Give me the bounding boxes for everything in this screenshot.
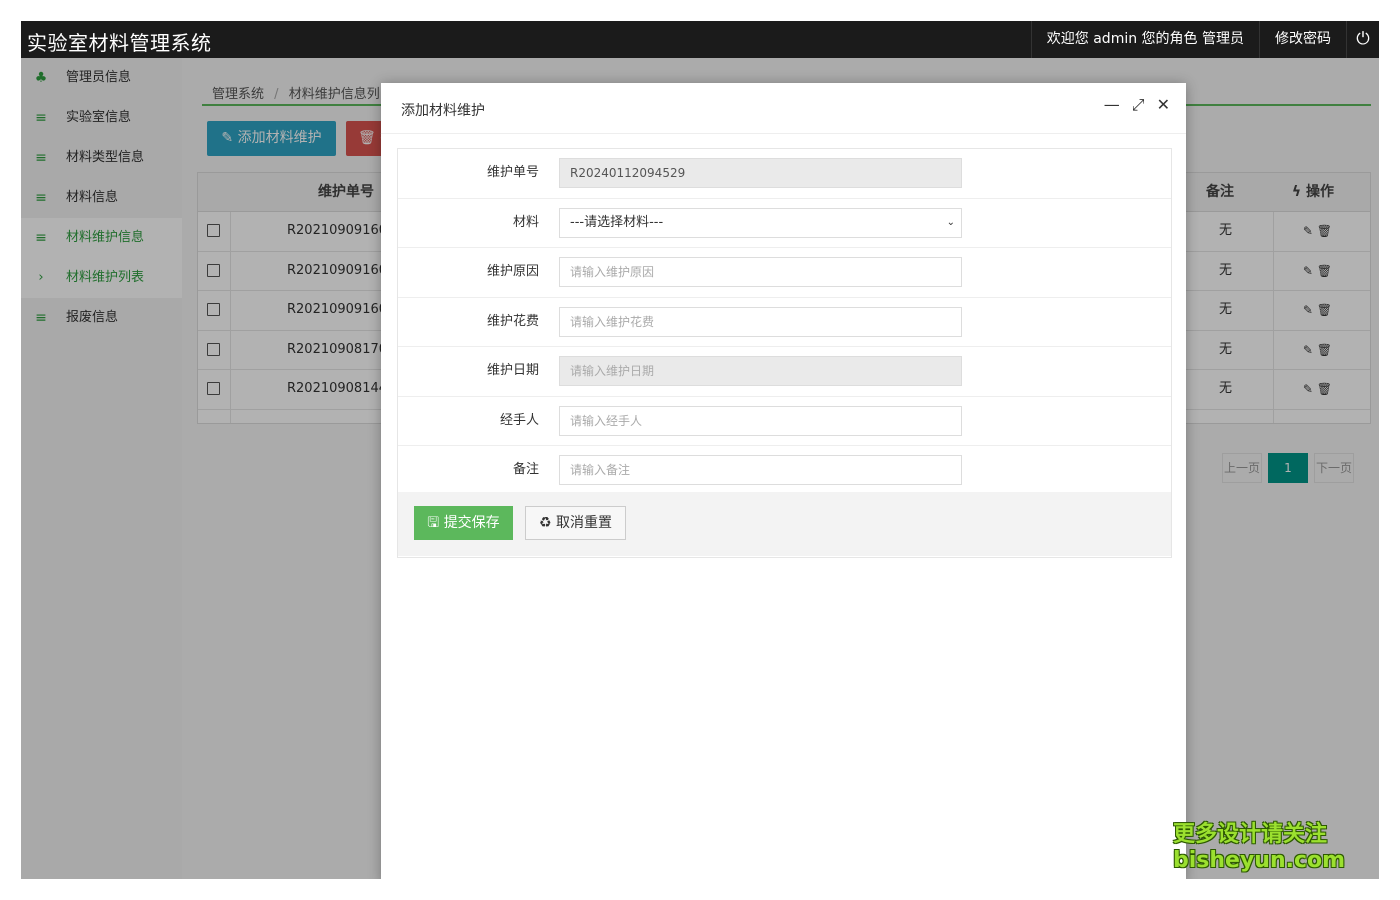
field-label: 维护日期: [486, 363, 539, 378]
dialog-title: 添加材料维护: [401, 103, 485, 119]
reason-field[interactable]: 请输入维护原因: [559, 257, 962, 287]
dialog-controls: — ⤢ ✕: [1104, 95, 1170, 115]
save-button-label: 提交保存: [443, 515, 500, 531]
dialog-header: 添加材料维护 — ⤢ ✕: [381, 83, 1186, 134]
field-label: 维护原因: [486, 264, 539, 279]
maintenance-form: 维护单号 R20240112094529 材料 ---请选择材料--- ⌄ 维护…: [397, 148, 1172, 558]
watermark-line2: bisheyun.com: [1173, 848, 1346, 873]
chevron-down-icon: ⌄: [946, 216, 955, 228]
form-actions: 🖫 提交保存 ♻ 取消重置: [398, 492, 1171, 556]
maintenance-no-field[interactable]: R20240112094529: [559, 158, 962, 188]
reset-button[interactable]: ♻ 取消重置: [525, 506, 626, 540]
material-select-value: ---请选择材料---: [570, 214, 664, 230]
field-label: 维护花费: [486, 313, 539, 329]
date-field[interactable]: 请输入维护日期: [559, 356, 962, 386]
form-row: 维护花费 请输入维护花费: [398, 298, 1171, 347]
field-label: 备注: [512, 462, 539, 477]
app-title: 实验室材料管理系统: [27, 31, 212, 55]
app-window: 实验室材料管理系统 欢迎您 admin 您的角色 管理员 修改密码 ⏻ ♣ 管理…: [21, 21, 1379, 879]
change-password-link[interactable]: 修改密码: [1259, 21, 1346, 58]
remark-field[interactable]: 请输入备注: [559, 455, 962, 485]
form-row: 维护单号 R20240112094529: [398, 149, 1171, 199]
watermark: 更多设计请关注 bisheyun.com: [1173, 822, 1345, 874]
form-row: 备注 请输入备注: [398, 446, 1171, 495]
cost-field[interactable]: 请输入维护花费: [559, 306, 962, 337]
minimize-icon[interactable]: —: [1104, 95, 1120, 115]
close-icon[interactable]: ✕: [1157, 95, 1170, 115]
recycle-icon: ♻: [538, 515, 556, 531]
save-button[interactable]: 🖫 提交保存: [414, 506, 513, 540]
top-bar: 实验室材料管理系统 欢迎您 admin 您的角色 管理员 修改密码 ⏻: [21, 21, 1379, 58]
watermark-line1: 更多设计请关注: [1173, 822, 1328, 847]
top-right-menu: 欢迎您 admin 您的角色 管理员 修改密码 ⏻: [1030, 21, 1379, 58]
form-row: 维护日期 请输入维护日期: [398, 347, 1171, 397]
form-row: 材料 ---请选择材料--- ⌄: [398, 199, 1171, 248]
power-icon[interactable]: ⏻: [1346, 21, 1379, 58]
floppy-icon: 🖫: [427, 515, 444, 531]
field-label: 材料: [512, 214, 539, 230]
form-row: 维护原因 请输入维护原因: [398, 248, 1171, 298]
material-select[interactable]: ---请选择材料--- ⌄: [559, 207, 962, 238]
reset-button-label: 取消重置: [556, 515, 612, 531]
handler-field[interactable]: 请输入经手人: [559, 405, 962, 436]
maximize-icon[interactable]: ⤢: [1132, 95, 1145, 115]
add-maintenance-dialog: 添加材料维护 — ⤢ ✕ 维护单号 R20240112094529 材料 ---…: [381, 83, 1186, 879]
field-label: 经手人: [499, 412, 539, 428]
field-label: 维护单号: [486, 165, 539, 180]
welcome-user[interactable]: 欢迎您 admin 您的角色 管理员: [1030, 21, 1259, 58]
form-row: 经手人 请输入经手人: [398, 397, 1171, 446]
